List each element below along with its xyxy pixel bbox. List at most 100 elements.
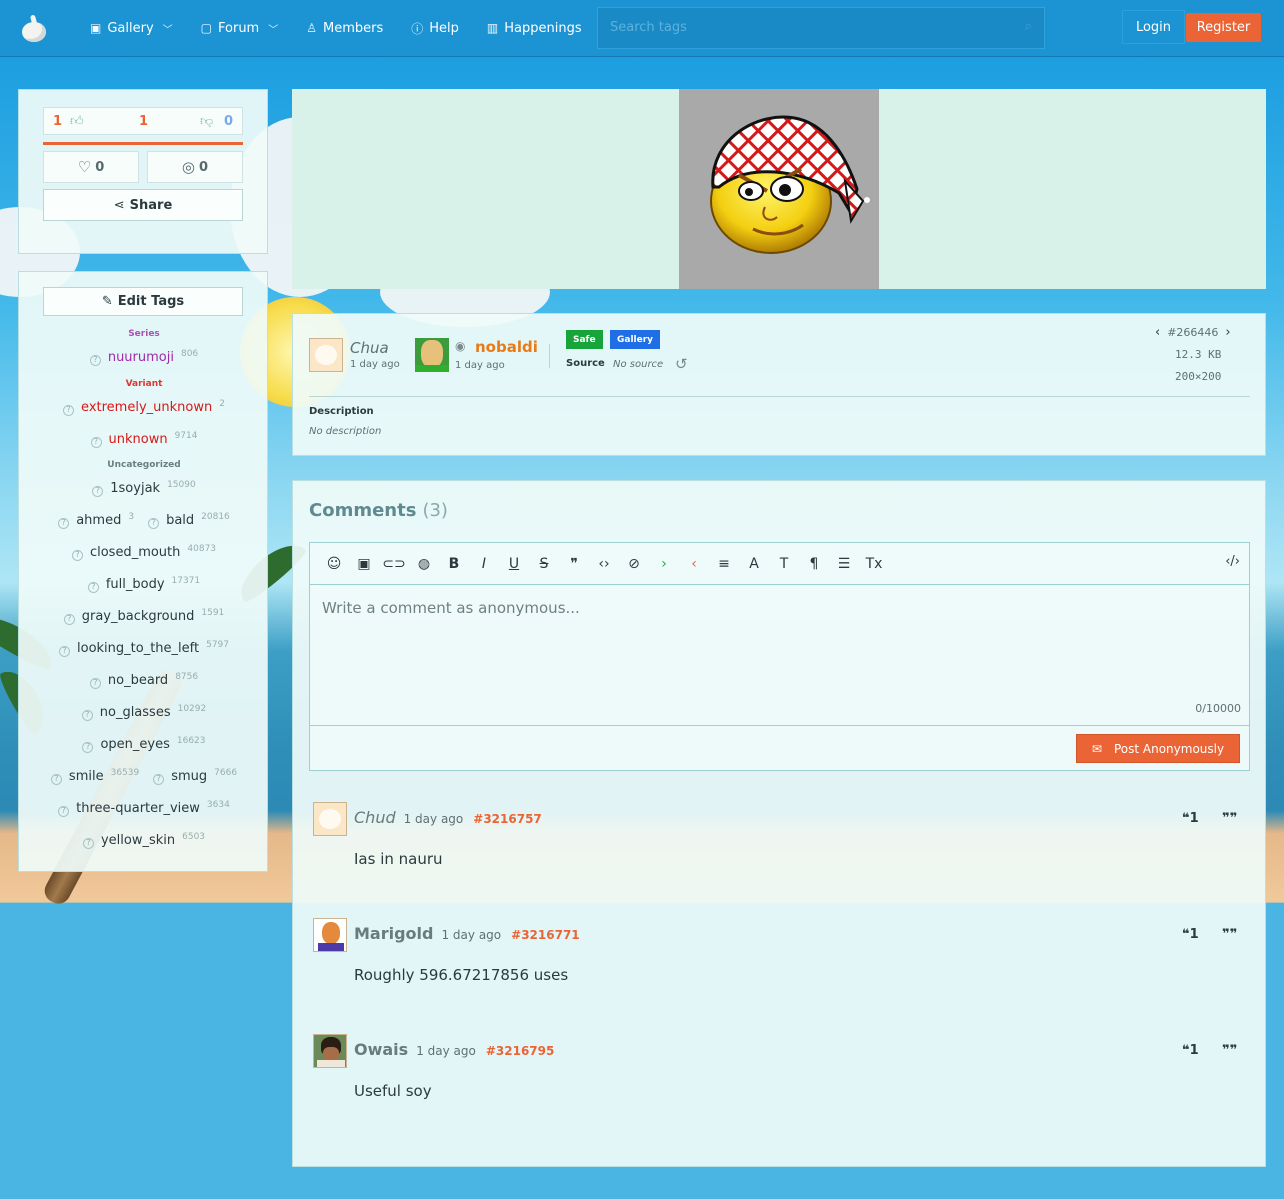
orangetext-icon[interactable]: ‹ bbox=[679, 556, 709, 572]
tag-item[interactable]: ? smile 36539 bbox=[50, 768, 139, 785]
tag-item[interactable]: ? open_eyes 16623 bbox=[82, 736, 206, 753]
search-icon[interactable]: ⌕ bbox=[1025, 19, 1032, 34]
font-size-icon[interactable]: T bbox=[769, 556, 799, 572]
tag-item[interactable]: ? extremely_unknown 2 bbox=[63, 399, 225, 416]
quote-icon[interactable]: ❞ bbox=[559, 556, 589, 572]
help-icon: ? bbox=[58, 805, 70, 817]
chevron-left-icon[interactable]: ‹ bbox=[1155, 325, 1160, 340]
help-icon: ⓘ bbox=[411, 21, 424, 36]
tag-item[interactable]: ? bald 20816 bbox=[148, 512, 230, 529]
tag-item[interactable]: ? no_beard 8756 bbox=[89, 672, 198, 689]
spoiler-icon[interactable]: ⊘ bbox=[619, 556, 649, 572]
text-color-icon[interactable]: A bbox=[739, 556, 769, 572]
nav-help[interactable]: ⓘ Help bbox=[397, 0, 473, 57]
avatar[interactable] bbox=[313, 1034, 347, 1068]
tag-item[interactable]: ? no_glasses 10292 bbox=[81, 704, 206, 721]
post-image[interactable] bbox=[679, 89, 879, 289]
heart-icon: ♡ bbox=[77, 158, 92, 176]
nav-gallery[interactable]: ▣ Gallery ﹀ bbox=[76, 0, 187, 57]
comment-author[interactable]: Owais 1 day ago #3216795 bbox=[354, 1040, 554, 1059]
strikethrough-icon[interactable]: S bbox=[529, 556, 559, 572]
category-badge[interactable]: Gallery bbox=[610, 330, 661, 349]
reply-icon[interactable]: ❝1 bbox=[1182, 1043, 1199, 1058]
favorite-button[interactable]: ♡ 0 bbox=[43, 151, 139, 183]
thumbs-down-icon[interactable]: 👎︎ bbox=[200, 114, 213, 129]
search-input[interactable]: Search tags ⌕ bbox=[597, 7, 1045, 49]
uploader-name[interactable]: Chua bbox=[350, 339, 389, 357]
source-code-icon[interactable]: ‹/› bbox=[1225, 554, 1240, 569]
quote-icon[interactable]: ❞❞ bbox=[1222, 1043, 1237, 1058]
share-button[interactable]: ⋖ Share bbox=[43, 189, 243, 221]
align-icon[interactable]: ≡ bbox=[709, 556, 739, 572]
nav-forum[interactable]: ▢ Forum ﹀ bbox=[187, 0, 293, 57]
vote-row: 1 👍︎ 1 👎︎ 0 bbox=[43, 107, 243, 135]
code-icon[interactable]: ‹› bbox=[589, 556, 619, 572]
mail-icon: ✉ bbox=[1091, 741, 1102, 756]
clear-format-icon[interactable]: Tx bbox=[859, 556, 889, 572]
vote-ratio-bar bbox=[43, 142, 243, 145]
comment-body: Roughly 596.67217856 uses bbox=[354, 966, 569, 984]
paragraph-icon[interactable]: ¶ bbox=[799, 556, 829, 572]
reply-icon[interactable]: ❝1 bbox=[1182, 927, 1199, 942]
tag-item[interactable]: ? yellow_skin 6503 bbox=[82, 832, 205, 849]
tag-item[interactable]: ? nuurumoji 806 bbox=[89, 349, 198, 366]
link-icon[interactable]: ⊂⊃ bbox=[379, 556, 409, 572]
source-value: No source bbox=[613, 359, 664, 370]
help-icon: ? bbox=[87, 581, 99, 593]
rating-badge[interactable]: Safe bbox=[566, 330, 603, 349]
chat-icon: ▢ bbox=[200, 21, 212, 35]
palette-icon[interactable]: ◍ bbox=[409, 556, 439, 572]
eye-icon: ◉ bbox=[455, 339, 466, 353]
help-icon: ? bbox=[63, 404, 75, 416]
tag-row: ? smile 36539 ? smug 7666 bbox=[19, 768, 269, 785]
tag-item[interactable]: ? closed_mouth 40873 bbox=[71, 544, 216, 561]
quote-icon[interactable]: ❞❞ bbox=[1222, 927, 1237, 942]
tag-item[interactable]: ? ahmed 3 bbox=[58, 512, 134, 529]
image-icon[interactable]: ▣ bbox=[349, 556, 379, 572]
avatar[interactable] bbox=[313, 918, 347, 952]
owner-avatar[interactable] bbox=[415, 338, 449, 372]
tag-item[interactable]: ? unknown 9714 bbox=[90, 431, 197, 448]
list-icon[interactable]: ☰ bbox=[829, 556, 859, 572]
tag-row: ? no_beard 8756 bbox=[19, 672, 269, 689]
divider bbox=[549, 344, 550, 368]
owner-name[interactable]: nobaldi bbox=[475, 338, 538, 356]
greentext-icon[interactable]: › bbox=[649, 556, 679, 572]
italic-icon[interactable]: I bbox=[469, 556, 499, 572]
quote-icon[interactable]: ❞❞ bbox=[1222, 811, 1237, 826]
comment-item: Owais 1 day ago #3216795 Useful soy ❝1 ❞❞ bbox=[293, 1034, 1267, 1134]
nav-members[interactable]: ♙ Members bbox=[292, 0, 397, 57]
site-logo[interactable] bbox=[18, 12, 50, 44]
edit-tags-button[interactable]: ✎ Edit Tags bbox=[43, 287, 243, 316]
help-icon: ? bbox=[71, 549, 83, 561]
history-icon[interactable]: ↺ bbox=[675, 355, 688, 373]
uploader-avatar[interactable] bbox=[309, 338, 343, 372]
register-button[interactable]: Register bbox=[1186, 13, 1261, 42]
chevron-right-icon[interactable]: › bbox=[1225, 325, 1230, 340]
help-icon: ? bbox=[59, 645, 70, 657]
post-anonymously-button[interactable]: ✉ Post Anonymously bbox=[1076, 734, 1240, 763]
avatar[interactable] bbox=[313, 802, 347, 836]
tag-item[interactable]: ? smug 7666 bbox=[153, 768, 237, 785]
comment-author[interactable]: Chud 1 day ago #3216757 bbox=[354, 808, 542, 827]
tag-item[interactable]: ? full_body 17371 bbox=[87, 576, 200, 593]
chevron-down-icon: ﹀ bbox=[268, 24, 279, 36]
thumbs-up-icon[interactable]: 👍︎ bbox=[70, 114, 84, 129]
char-count: 0/10000 bbox=[1195, 702, 1241, 715]
hide-button[interactable]: ◎ 0 bbox=[147, 151, 243, 183]
comments-count: (3) bbox=[422, 500, 448, 521]
tag-item[interactable]: ? three-quarter_view 3634 bbox=[58, 800, 230, 817]
comment-author[interactable]: Marigold 1 day ago #3216771 bbox=[354, 924, 580, 943]
bold-icon[interactable]: B bbox=[439, 556, 469, 572]
tag-item[interactable]: ? looking_to_the_left 5797 bbox=[59, 640, 229, 657]
emoji-icon[interactable]: ☺ bbox=[319, 556, 349, 572]
tag-item[interactable]: ? gray_background 1591 bbox=[63, 608, 224, 625]
reply-icon[interactable]: ❝1 bbox=[1182, 811, 1199, 826]
comment-textarea[interactable]: Write a comment as anonymous... bbox=[322, 599, 580, 617]
login-button[interactable]: Login bbox=[1122, 10, 1185, 44]
help-icon: ? bbox=[148, 517, 160, 529]
help-icon: ? bbox=[153, 773, 165, 785]
tag-item[interactable]: ? 1soyjak 15090 bbox=[92, 480, 196, 497]
nav-happenings[interactable]: ▥ Happenings bbox=[473, 0, 596, 57]
underline-icon[interactable]: U bbox=[499, 556, 529, 572]
